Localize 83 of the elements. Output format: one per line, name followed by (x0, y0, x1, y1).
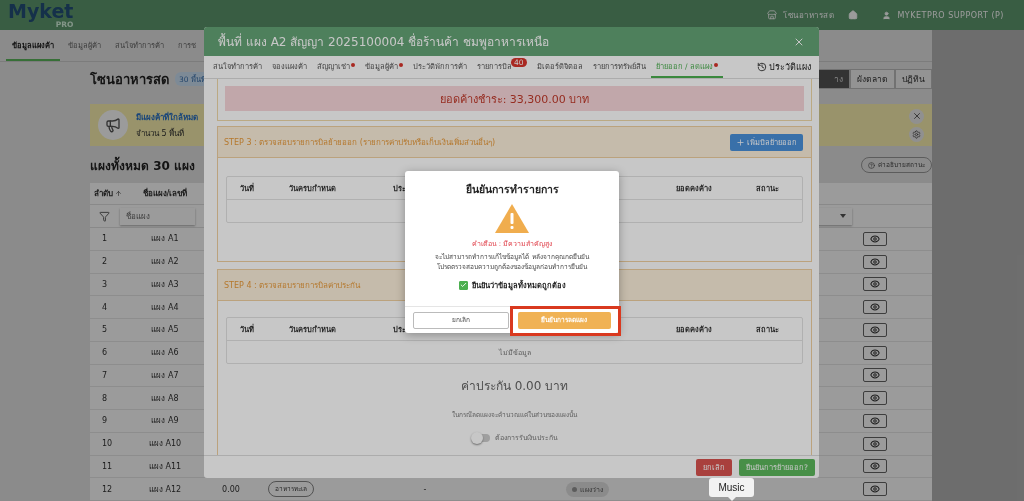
warning-icon (495, 204, 529, 233)
column-header[interactable]: ลำดับ (90, 187, 130, 200)
table-cell-text: แผง A4 (150, 301, 180, 314)
plus-icon (736, 137, 745, 147)
table-cell-text: 12 (101, 484, 114, 494)
sort-arrow-icon (115, 190, 122, 197)
check-icon (459, 281, 467, 289)
zone-title: โซนอาหารสด (90, 70, 169, 89)
table-cell-text: แผง A12 (147, 483, 183, 496)
refund-switch[interactable] (471, 433, 490, 442)
eye-icon (870, 393, 880, 404)
tooltip: Music (709, 478, 754, 497)
user-icon (882, 10, 892, 20)
step-title: STEP 4 : ตรวจสอบรายการบิลค่าประกัน (224, 279, 361, 292)
table-cell-text: 11 (101, 461, 114, 471)
table-cell-text: 2 (101, 257, 109, 267)
table-cell-text: แผง A8 (150, 392, 180, 405)
close-icon[interactable] (909, 108, 924, 124)
eye-icon (870, 256, 880, 267)
table-cell-text: 6 (101, 348, 109, 358)
view-button[interactable] (863, 436, 887, 451)
modal-title: พื้นที่ แผง A2 สัญญา 2025100004 ชื่อร้านค้า ชมพูอาหารเหนือ (218, 32, 550, 51)
zone-name[interactable]: โซนอาหารสด (783, 8, 835, 22)
confirm-checkbox[interactable] (458, 280, 468, 290)
view-button[interactable] (863, 254, 887, 269)
deposit-amount: ค่าประกัน 0.00 บาท (460, 378, 569, 395)
table-cell-text: แผง A6 (150, 347, 180, 360)
eye-icon (870, 233, 880, 244)
table-cell-text: แผง A7 (150, 369, 180, 382)
table-cell-text: แผง A11 (147, 460, 183, 473)
table-cell-text: - (422, 484, 428, 494)
table-cell-text: แผง A2 (150, 256, 180, 269)
view-button[interactable] (863, 300, 887, 315)
eye-icon (870, 370, 880, 381)
eye-icon (870, 438, 880, 449)
settings-icon[interactable] (909, 126, 924, 142)
column-header[interactable]: ชื่อแผง/เลขที่ (130, 187, 200, 200)
view-tab[interactable]: ผังตลาด (850, 69, 895, 89)
home-icon[interactable] (848, 10, 859, 20)
caret-icon (840, 214, 846, 218)
user-name[interactable]: MYKETPRO SUPPORT (P) (897, 10, 1004, 20)
name-filter-field[interactable]: ชื่อแผง (120, 207, 195, 225)
table-cell-text: แผง A3 (150, 278, 180, 291)
view-button[interactable] (863, 459, 887, 474)
eye-icon (870, 484, 880, 495)
eye-icon (870, 302, 880, 313)
dialog-title: ยืนยันการทำรายการ (465, 182, 559, 197)
eye-icon (870, 347, 880, 358)
step-title: STEP 3 : ตรวจสอบรายการบิลย้ายออก (รายการค่าปรับหรือเก็บเงินเพิ่มส่วนอื่นๆ) (224, 136, 496, 149)
eye-icon (870, 324, 880, 335)
eye-icon (870, 461, 880, 472)
table-cell-text: 10 (101, 439, 114, 449)
view-button[interactable] (863, 231, 887, 246)
table-cell-text: 9 (101, 416, 109, 426)
table-cell-text: 0.00 (221, 484, 241, 494)
table-cell-text: 4 (101, 302, 109, 312)
table-cell-text: แผง A1 (150, 233, 180, 246)
history-icon (757, 62, 767, 72)
table-cell-text: 1 (101, 234, 109, 244)
megaphone-icon (98, 110, 128, 140)
table-cell-text: แผง A5 (150, 324, 180, 337)
view-tab[interactable]: ปฏิทิน (895, 69, 932, 89)
table-cell-text: แผง A10 (147, 438, 183, 451)
eye-icon (870, 415, 880, 426)
eye-icon (870, 279, 880, 290)
view-button[interactable] (863, 345, 887, 360)
view-button[interactable] (863, 322, 887, 337)
view-button[interactable] (863, 368, 887, 383)
table-cell-text: 5 (101, 325, 109, 335)
outstanding-balance: ยอดค้างชำระ: 33,300.00 บาท (225, 86, 804, 111)
total-title: แผงทั้งหมด 30 แผง (90, 155, 196, 175)
view-button[interactable] (863, 482, 887, 497)
filter-icon[interactable] (99, 210, 110, 222)
help-icon (868, 161, 875, 169)
view-button[interactable] (863, 413, 887, 428)
view-button[interactable] (863, 277, 887, 292)
table-cell-text: 8 (101, 393, 109, 403)
table-cell-text: 3 (101, 279, 109, 289)
view-button[interactable] (863, 391, 887, 406)
table-cell-text: 7 (101, 370, 109, 380)
alert-count: จำนวน 5 พื้นที่ (136, 127, 186, 140)
table-cell-text: แผง A9 (150, 415, 180, 428)
alert-title: มีแผงค้าที่ใกล้หมด (136, 111, 198, 124)
